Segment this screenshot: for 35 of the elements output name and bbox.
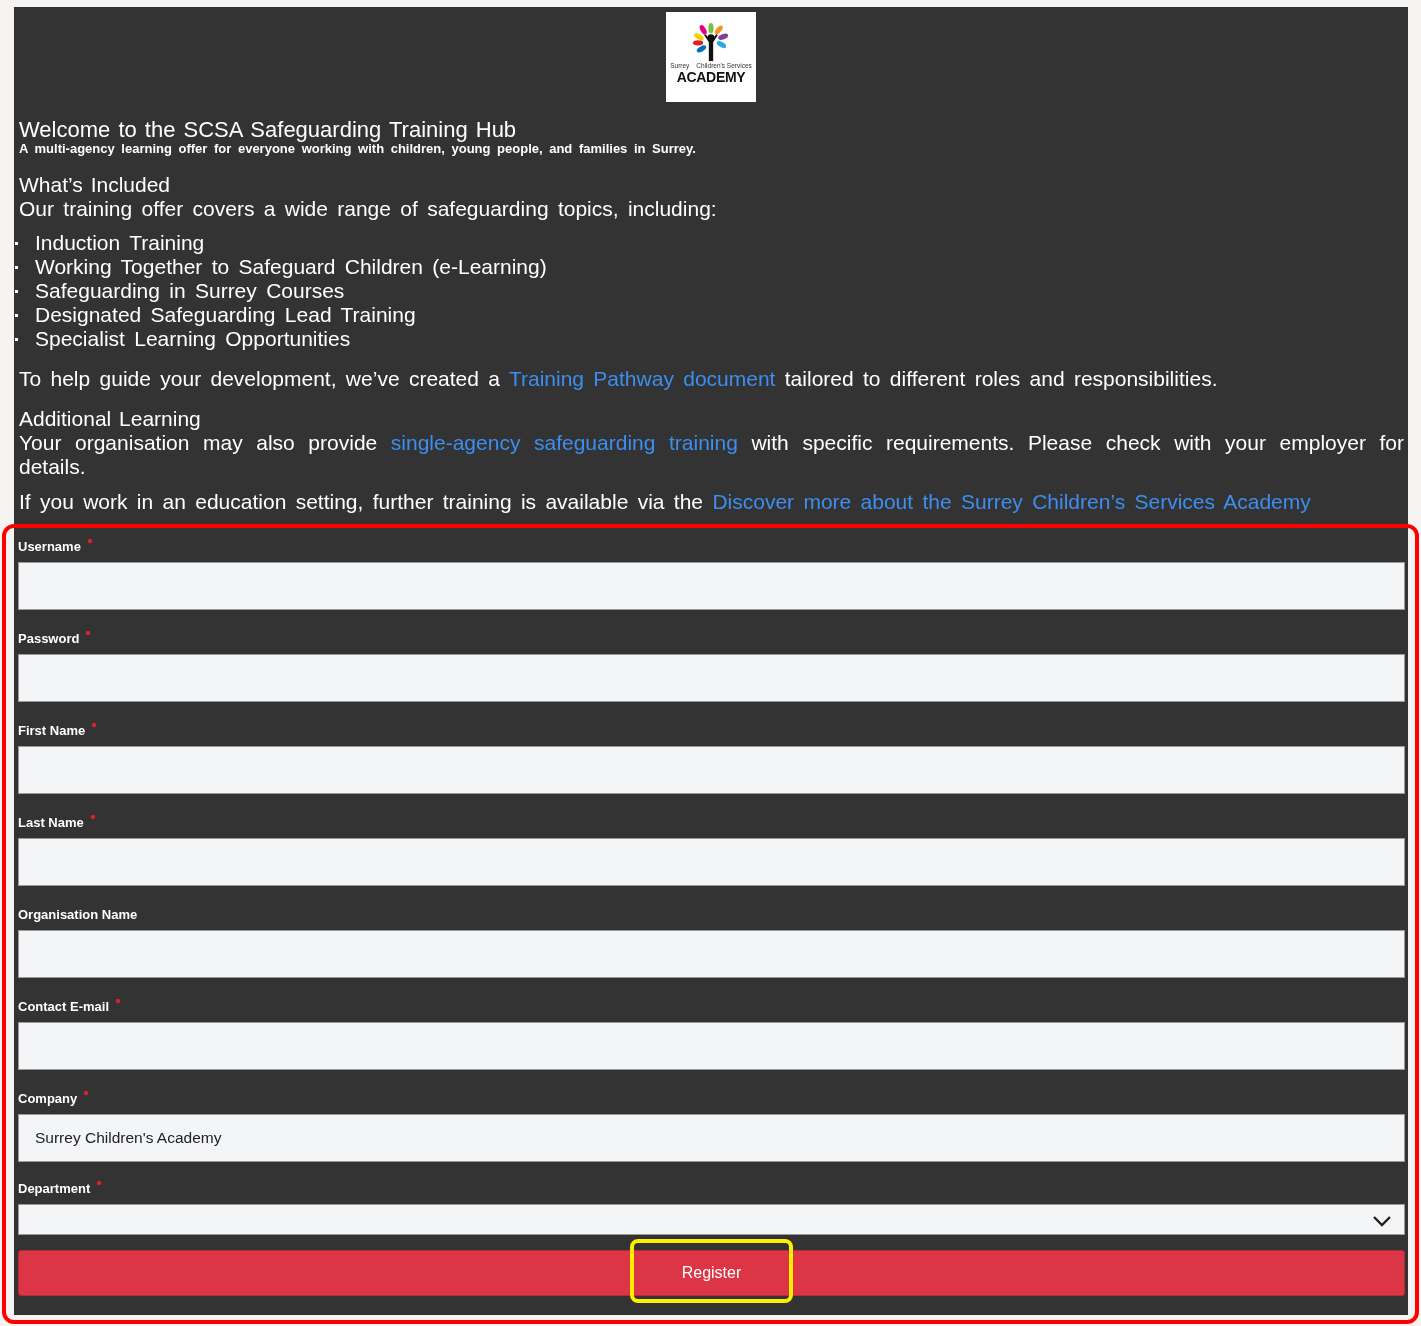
input-field[interactable]: Surrey Children's Academy bbox=[18, 1114, 1405, 1162]
list-item: Specialist Learning Opportunities bbox=[15, 327, 351, 351]
link[interactable]: Training Pathway document bbox=[508, 367, 776, 390]
field-label: Last Name bbox=[18, 814, 84, 832]
field-label: Password bbox=[18, 630, 80, 648]
logo-wordmark: ACADEMY bbox=[676, 70, 746, 85]
input-field[interactable] bbox=[18, 838, 1405, 886]
link[interactable]: Discover more about the Surrey Children’s Services Academy bbox=[712, 490, 1311, 513]
input-field[interactable] bbox=[18, 746, 1405, 794]
field-label: Organisation Name bbox=[18, 906, 138, 924]
paragraph: Our training offer covers a wide range of safeguarding topics, including: bbox=[19, 197, 718, 221]
field-label: Company bbox=[18, 1090, 78, 1108]
paragraph: Your organisation may also provide single-agency safeguarding training with specific requirements. Please check with your employer for details. bbox=[19, 431, 1404, 479]
field-label: First Name bbox=[18, 722, 86, 740]
input-field[interactable] bbox=[18, 930, 1405, 978]
page-title: Welcome to the SCSA Safeguarding Training Hub bbox=[19, 118, 518, 142]
list-item: Designated Safeguarding Lead Training bbox=[15, 303, 416, 327]
section-heading: What’s Included bbox=[19, 173, 172, 197]
dropdown-field[interactable] bbox=[18, 1204, 1405, 1235]
link[interactable]: single-agency safeguarding training bbox=[390, 431, 738, 454]
field-label: Username bbox=[18, 538, 81, 556]
paragraph: If you work in an education setting, further training is available via the Discover more about the Surrey Children’s Services Academy bbox=[19, 490, 1312, 514]
field-label: Contact E-mail bbox=[18, 998, 109, 1016]
list-item: Working Together to Safeguard Children (e-Learning) bbox=[15, 255, 547, 279]
input-field[interactable] bbox=[18, 1022, 1405, 1070]
section-heading: Additional Learning bbox=[19, 407, 202, 431]
input-field[interactable] bbox=[18, 654, 1405, 702]
chevron-down-icon bbox=[1372, 1215, 1392, 1227]
list-item: Safeguarding in Surrey Courses bbox=[15, 279, 345, 303]
list-item: Induction Training bbox=[15, 231, 205, 255]
page-subtitle: A multi-agency learning offer for everyone working with children, young people, and families in Surrey. bbox=[19, 142, 697, 156]
register-button[interactable]: Register bbox=[18, 1250, 1405, 1296]
field-label: Department bbox=[18, 1180, 91, 1198]
input-field[interactable] bbox=[18, 562, 1405, 610]
paragraph: To help guide your development, we’ve created a Training Pathway document tailored to different roles and responsibilities. bbox=[19, 367, 1219, 391]
